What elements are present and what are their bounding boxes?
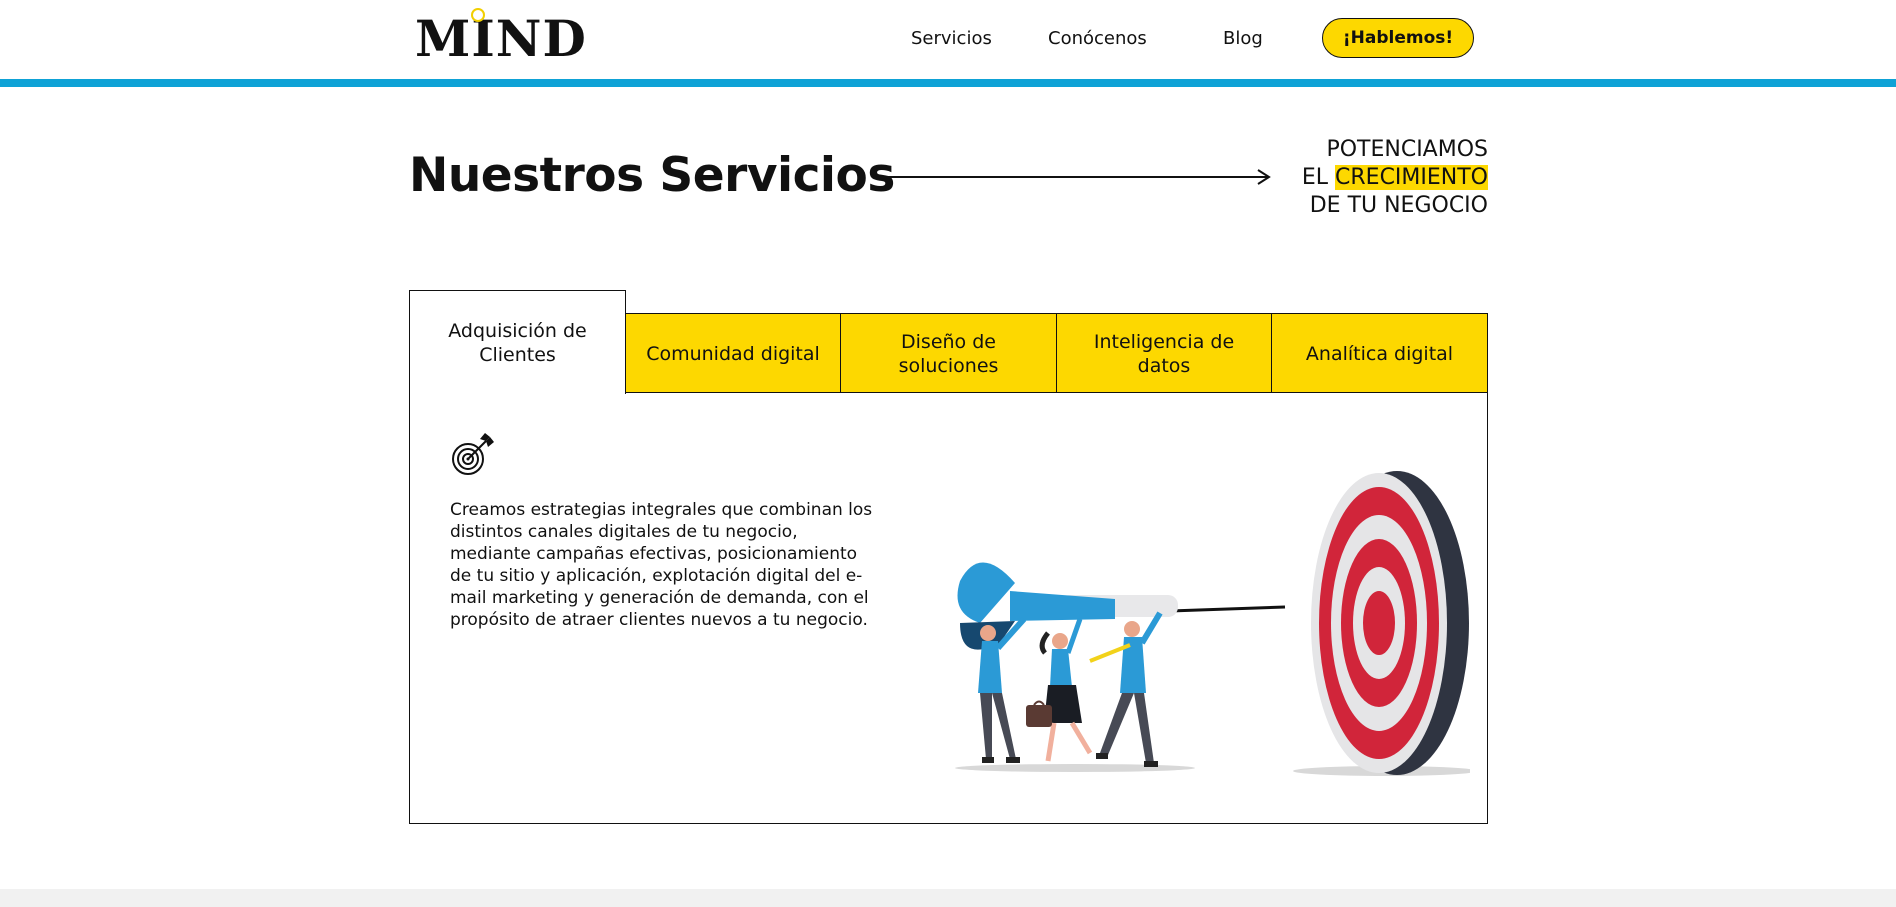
tab-inteligencia-datos[interactable]: Inteligencia de datos xyxy=(1056,313,1272,394)
tagline-line-1: POTENCIAMOS xyxy=(1326,137,1488,162)
services-tabs: Adquisición de Clientes Comunidad digita… xyxy=(409,290,1488,394)
tagline-highlight: CRECIMIENTO xyxy=(1335,165,1488,190)
arrow-right-icon xyxy=(872,169,1271,185)
tagline-prefix: EL xyxy=(1301,165,1336,190)
logo[interactable]: MIND xyxy=(415,8,587,68)
tagline-line-2: EL CRECIMIENTO xyxy=(1302,164,1488,192)
tagline-line-3: DE TU NEGOCIO xyxy=(1309,193,1488,218)
team-carrying-dart-to-target-illustration xyxy=(955,471,1470,776)
tab-diseno-soluciones[interactable]: Diseño de soluciones xyxy=(840,313,1057,394)
logo-dot-icon xyxy=(471,8,485,22)
site-header: MIND Servicios Conócenos Blog ¡Hablemos! xyxy=(0,0,1896,80)
header-accent-bar xyxy=(0,79,1896,87)
nav-blog[interactable]: Blog xyxy=(1223,28,1263,49)
footer-strip xyxy=(0,889,1896,907)
service-description: Creamos estrategias integrales que combi… xyxy=(450,500,873,630)
tagline: POTENCIAMOS EL CRECIMIENTO DE TU NEGOCIO xyxy=(1302,136,1488,220)
target-dart-icon xyxy=(452,433,494,475)
tab-label: Comunidad digital xyxy=(646,342,820,365)
tab-panel: Creamos estrategias integrales que combi… xyxy=(409,392,1488,824)
tab-label: Diseño de soluciones xyxy=(898,330,999,377)
tab-label: Analítica digital xyxy=(1305,342,1454,365)
tab-label: Inteligencia de datos xyxy=(1093,330,1235,377)
tab-analitica-digital[interactable]: Analítica digital xyxy=(1271,313,1488,394)
nav-conocenos[interactable]: Conócenos xyxy=(1048,28,1147,49)
tab-adquisicion-clientes[interactable]: Adquisición de Clientes xyxy=(409,290,626,394)
logo-text: MIND xyxy=(415,9,587,68)
page-title: Nuestros Servicios xyxy=(409,148,895,203)
tab-label: Adquisición de Clientes xyxy=(448,319,587,366)
nav-servicios[interactable]: Servicios xyxy=(911,28,992,49)
tab-comunidad-digital[interactable]: Comunidad digital xyxy=(625,313,841,394)
hablemos-button[interactable]: ¡Hablemos! xyxy=(1322,18,1474,58)
